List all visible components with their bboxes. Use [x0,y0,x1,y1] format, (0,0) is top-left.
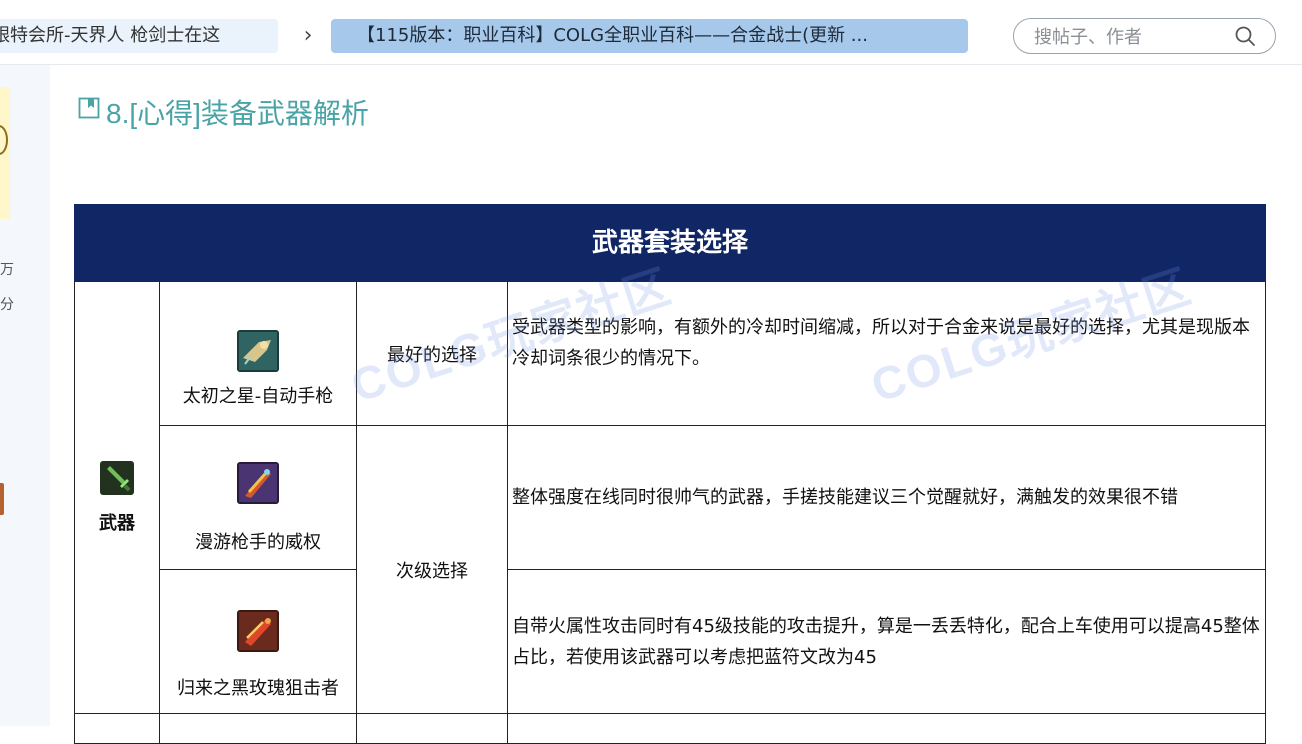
table-header: 武器套装选择 [74,204,1266,282]
section-title: 8.[心得]装备武器解析 [106,98,369,129]
search-icon[interactable] [1235,26,1255,46]
weapon-selection-table: 武器套装选择 武器 太初之星-自动手枪 最好的选择 受武器类型的影响，有额外的冷… [74,204,1266,744]
roaming-gunner-icon [237,461,279,504]
search-box[interactable] [1013,18,1276,54]
weapon-cell-1: 太初之星-自动手枪 [160,282,357,426]
weapon-name-1: 太初之星-自动手枪 [182,385,334,407]
chevron-right-icon: › [303,23,313,48]
sword-icon [100,460,134,495]
choice-label-1: 最好的选择 [387,344,477,366]
bookmark-icon [78,97,100,119]
weapon-cell-3: 归来之黑玫瑰狙击者 [160,570,357,714]
weapon-desc-1: 受武器类型的影响，有额外的冷却时间缩减，所以对于合金来说是最好的选择，尤其是现版… [512,316,1250,369]
choice-label-2: 次级选择 [396,560,468,582]
breadcrumb-forum-label: 银特会所-天界人 枪剑士在这 [0,25,221,46]
top-nav-bar: 银特会所-天界人 枪剑士在这 › 【115版本：职业百科】COLG全职业百科——… [0,0,1302,65]
search-input[interactable] [1032,23,1226,51]
sidebar-text-1: 万 [0,262,14,278]
breadcrumb-thread[interactable]: 【115版本：职业百科】COLG全职业百科——合金战士(更新 ... [331,19,968,53]
weapon-cell-2: 漫游枪手的威权 [160,426,357,570]
next-row-cell [74,714,160,744]
auto-pistol-icon [237,329,279,372]
weapon-name-3: 归来之黑玫瑰狙击者 [177,677,339,699]
choice-cell-1: 最好的选择 [357,282,508,426]
desc-cell-3: 自带火属性攻击同时有45级技能的攻击提升，算是一丢丢特化，配合上车使用可以提高4… [508,570,1266,714]
section-heading: 8.[心得]装备武器解析 [78,92,369,132]
next-row-cell-4 [508,714,1266,744]
breadcrumb-forum[interactable]: 银特会所-天界人 枪剑士在这 [0,19,278,53]
next-row-cell-3 [357,714,508,744]
black-rose-sniper-icon [237,609,279,652]
desc-cell-2: 整体强度在线同时很帅气的武器，手搓技能建议三个觉醒就好，满触发的效果很不错 [508,426,1266,570]
badge-icon [0,125,8,155]
left-sidebar: 万 分 [0,65,50,726]
sidebar-text-2: 分 [0,297,14,313]
weapon-category-cell: 武器 [74,282,160,714]
desc-cell-1: 受武器类型的影响，有额外的冷却时间缩减，所以对于合金来说是最好的选择，尤其是现版… [508,282,1266,426]
weapon-desc-3: 自带火属性攻击同时有45级技能的攻击提升，算是一丢丢特化，配合上车使用可以提高4… [512,615,1260,668]
weapon-desc-2: 整体强度在线同时很帅气的武器，手搓技能建议三个觉醒就好，满触发的效果很不错 [512,487,1178,508]
choice-cell-2: 次级选择 [357,426,508,714]
next-row-cell-2 [160,714,357,744]
weapon-category-label: 武器 [99,512,135,534]
sidebar-highlight-card[interactable] [0,87,10,219]
weapon-name-2: 漫游枪手的威权 [195,531,321,553]
sidebar-thumbnail-icon[interactable] [0,483,4,515]
